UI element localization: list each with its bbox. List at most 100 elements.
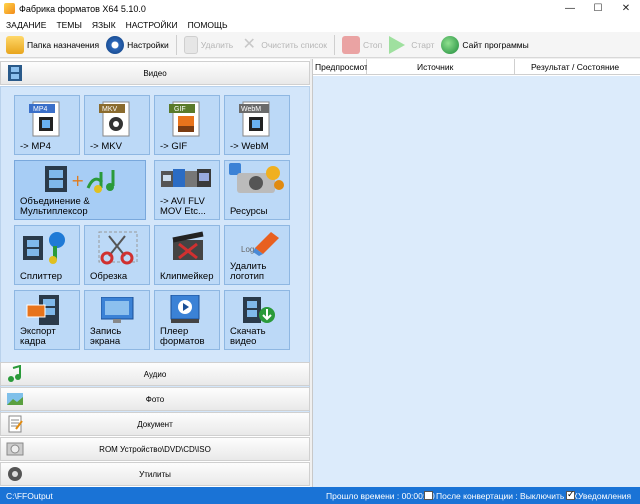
mkv-file-icon: MKV xyxy=(99,101,130,137)
tile-label: Скачать видео xyxy=(230,326,266,347)
clear-list-label: Очистить список xyxy=(261,39,327,50)
menu-help[interactable]: ПОМОЩЬ xyxy=(188,20,228,30)
tile-clip-maker[interactable]: Клипмейкер xyxy=(154,225,220,285)
globe-icon xyxy=(441,35,460,54)
tile-format-player[interactable]: Плеер форматов xyxy=(154,290,220,350)
mp4-file-icon: MP4 xyxy=(29,101,60,137)
category-photo-header[interactable]: Фото xyxy=(0,387,310,411)
menu-bar: ЗАДАНИЕ ТЕМЫ ЯЗЫК НАСТРОЙКИ ПОМОЩЬ xyxy=(0,17,640,32)
category-document-label: Документ xyxy=(137,419,173,429)
toolbar-divider xyxy=(334,34,335,55)
menu-themes[interactable]: ТЕМЫ xyxy=(56,20,81,30)
clapperboard-icon xyxy=(172,231,204,260)
tile-crop[interactable]: Обрезка xyxy=(84,225,150,285)
tile-download-video[interactable]: Скачать видео xyxy=(224,290,290,350)
tile-to-avi-flv-mov[interactable]: -> AVI FLV MOV Etc... xyxy=(154,160,220,220)
category-video-header[interactable]: Видео xyxy=(0,61,310,85)
minimize-icon[interactable]: — xyxy=(556,0,584,17)
play-icon xyxy=(389,35,406,54)
output-folder-button[interactable]: Папка назначения xyxy=(6,34,99,56)
task-list-body[interactable] xyxy=(313,76,640,487)
clear-list-button[interactable]: ✕ Очистить список xyxy=(240,34,327,56)
website-button[interactable]: Сайт программы xyxy=(441,34,529,56)
category-audio-header[interactable]: Аудио xyxy=(0,362,310,386)
video-formats-icon xyxy=(161,169,211,187)
notifications-checkbox[interactable] xyxy=(566,489,575,500)
column-source[interactable]: Источник xyxy=(367,59,515,75)
category-utilities-header[interactable]: Утилиты xyxy=(0,462,310,486)
tile-to-mkv[interactable]: MKV -> MKV xyxy=(84,95,150,155)
notifications-option[interactable]: Уведомления xyxy=(566,489,632,501)
stop-button[interactable]: Стоп xyxy=(342,34,382,56)
maximize-icon[interactable]: ☐ xyxy=(584,0,612,17)
website-label: Сайт программы xyxy=(462,39,529,50)
screen-record-icon xyxy=(101,297,134,323)
merge-icon: + xyxy=(45,166,115,193)
scissors-icon xyxy=(98,231,138,265)
tile-merge-multiplexer[interactable]: + Объединение & Мультиплексор xyxy=(14,160,146,220)
tile-resources[interactable]: Ресурсы xyxy=(224,160,290,220)
window-title: Фабрика форматов X64 5.10.0 xyxy=(19,3,146,14)
tile-label: -> MKV xyxy=(90,141,122,152)
category-document-header[interactable]: Документ xyxy=(0,412,310,436)
webm-file-icon: WebM xyxy=(239,101,270,137)
tile-label: Запись экрана xyxy=(90,326,122,347)
close-icon[interactable]: ✕ xyxy=(612,0,640,17)
tile-screen-record[interactable]: Запись экрана xyxy=(84,290,150,350)
start-button[interactable]: Старт xyxy=(389,34,434,56)
tile-to-gif[interactable]: GIF -> GIF xyxy=(154,95,220,155)
splitter-icon xyxy=(23,232,65,264)
output-path[interactable]: C:\FFOutput xyxy=(6,491,53,501)
tile-label: Обрезка xyxy=(90,271,128,282)
menu-language[interactable]: ЯЗЫК xyxy=(92,20,116,30)
toolbar-divider xyxy=(175,34,177,55)
after-conversion-label: После конвертации : Выключить ПК xyxy=(436,490,578,501)
svg-text:GIF: GIF xyxy=(174,106,186,113)
folder-icon xyxy=(6,35,24,54)
tile-remove-logo[interactable]: Logo Удалить логотип xyxy=(224,225,290,285)
remove-label: Удалить xyxy=(200,39,234,50)
tile-splitter[interactable]: Сплиттер xyxy=(14,225,80,285)
stop-icon xyxy=(342,35,360,54)
after-conversion-checkbox[interactable] xyxy=(424,491,433,500)
settings-label: Настройки xyxy=(127,39,169,50)
tile-label: -> WebM xyxy=(230,141,269,152)
tile-to-webm[interactable]: WebM -> WebM xyxy=(224,95,290,155)
eraser-icon: Logo xyxy=(241,232,279,256)
output-folder-label: Папка назначения xyxy=(27,39,100,50)
elapsed-time: Прошло времени : 00:00:00 xyxy=(326,490,435,501)
app-icon xyxy=(4,3,15,14)
export-frame-icon xyxy=(26,295,59,325)
document-icon xyxy=(183,35,198,54)
category-panel: Видео MP4 -> MP4 MKV -> MKV GIF -> GIF W… xyxy=(0,59,310,487)
menu-task[interactable]: ЗАДАНИЕ xyxy=(6,20,46,30)
notifications-label: Уведомления xyxy=(578,490,632,501)
after-conversion-option[interactable]: После конвертации : Выключить ПК xyxy=(424,491,578,501)
category-rom-label: ROM Устройство\DVD\CD\ISO xyxy=(99,444,211,454)
category-video-label: Видео xyxy=(143,68,167,78)
column-preview[interactable]: Предпросмотр xyxy=(313,59,373,75)
tile-label: Объединение & Мультиплексор xyxy=(20,196,90,217)
settings-button[interactable]: Настройки xyxy=(106,34,169,56)
category-photo-label: Фото xyxy=(145,394,165,404)
tile-to-mp4[interactable]: MP4 -> MP4 xyxy=(14,95,80,155)
category-rom-header[interactable]: ROM Устройство\DVD\CD\ISO xyxy=(0,437,310,461)
download-video-icon xyxy=(243,297,275,323)
remove-button[interactable]: Удалить xyxy=(183,34,234,56)
tile-export-frame[interactable]: Экспорт кадра xyxy=(14,290,80,350)
menu-settings[interactable]: НАСТРОЙКИ xyxy=(126,20,178,30)
status-bar: C:\FFOutput Прошло времени : 00:00:00 По… xyxy=(0,487,640,504)
category-audio-label: Аудио xyxy=(143,369,167,379)
svg-text:+: + xyxy=(71,171,84,190)
clear-icon: ✕ xyxy=(242,35,256,53)
start-label: Старт xyxy=(411,39,435,50)
title-bar: Фабрика форматов X64 5.10.0 — ☐ ✕ xyxy=(0,0,640,17)
settings-icon xyxy=(106,35,125,54)
tile-label: Удалить логотип xyxy=(230,261,267,282)
task-list-panel: Предпросмотр Источник Результат / Состоя… xyxy=(312,59,640,487)
tile-label: Плеер форматов xyxy=(160,326,205,347)
gif-file-icon: GIF xyxy=(169,101,200,137)
resources-icon xyxy=(229,163,284,193)
tile-label: -> MP4 xyxy=(20,141,51,152)
column-result-status[interactable]: Результат / Состояние xyxy=(515,59,640,75)
